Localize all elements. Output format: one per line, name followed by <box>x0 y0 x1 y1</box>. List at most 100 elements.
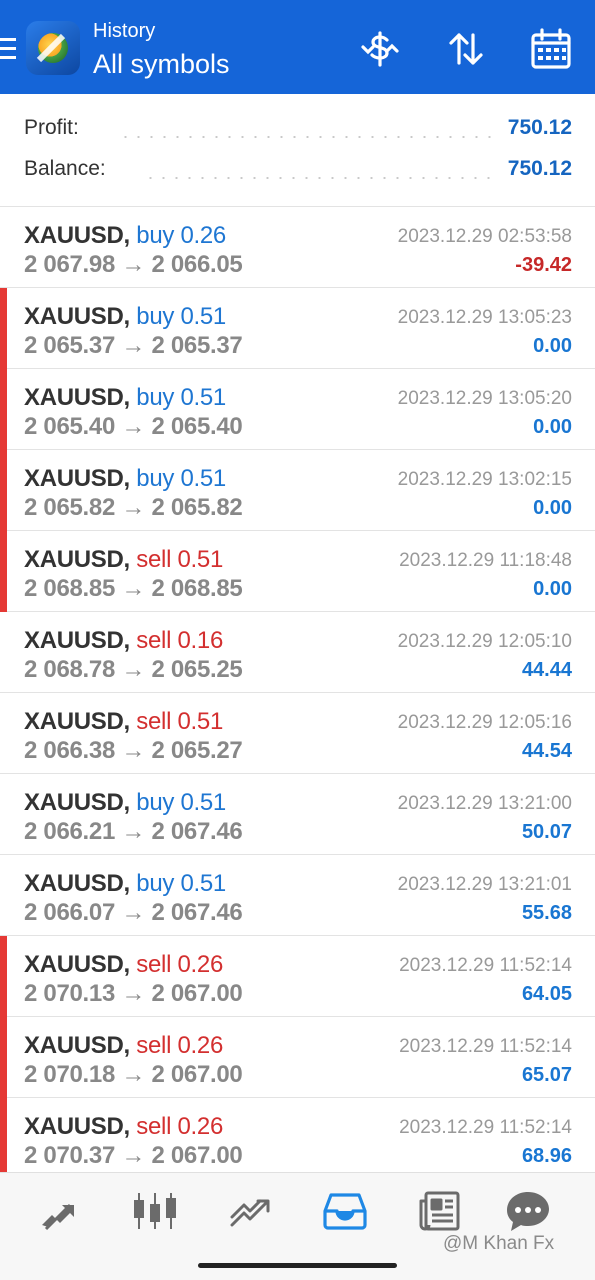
deal-prices: 2 070.18 → 2 067.00 <box>24 1061 243 1088</box>
position-marker <box>0 1017 7 1098</box>
position-marker <box>0 936 7 1017</box>
deal-symbol-line: XAUUSD, sell 0.26 <box>24 1032 223 1060</box>
header-title[interactable]: All symbols <box>93 49 230 80</box>
deal-row[interactable]: XAUUSD, sell 0.26 2 070.18 → 2 067.00 2023… <box>0 1017 595 1098</box>
deal-side-volume: sell 0.26 <box>136 1113 223 1140</box>
position-marker <box>0 288 7 369</box>
deposit-dollar-icon[interactable] <box>358 27 402 71</box>
deal-profit: 44.44 <box>521 659 572 681</box>
trade-icon[interactable] <box>226 1189 274 1233</box>
deal-symbol-line: XAUUSD, buy 0.51 <box>24 870 226 898</box>
bottom-navigation: @M Khan Fx <box>0 1172 595 1280</box>
profit-row: Profit: 750.12 <box>24 116 572 146</box>
deal-prices: 2 065.40 → 2 065.40 <box>24 413 243 440</box>
deal-time: 2023.12.29 11:52:14 <box>399 955 572 976</box>
deal-symbol-line: XAUUSD, buy 0.51 <box>24 789 226 817</box>
deal-symbol-line: XAUUSD, sell 0.26 <box>24 951 223 979</box>
balance-label: Balance: <box>24 157 106 180</box>
deal-symbol: XAUUSD, <box>24 222 130 249</box>
quotes-icon[interactable] <box>36 1189 84 1233</box>
deal-row[interactable]: XAUUSD, sell 0.26 2 070.13 → 2 067.00 2023… <box>0 936 595 1017</box>
menu-icon[interactable] <box>0 38 16 60</box>
deal-prices: 2 067.98 → 2 066.05 <box>24 251 243 278</box>
deal-symbol-line: XAUUSD, sell 0.51 <box>24 546 223 574</box>
news-icon[interactable] <box>416 1189 464 1233</box>
deal-profit: -39.42 <box>515 254 572 276</box>
deal-symbol-line: XAUUSD, buy 0.51 <box>24 465 226 493</box>
deal-row[interactable]: XAUUSD, sell 0.51 2 066.38 → 2 065.27 2023… <box>0 693 595 774</box>
balance-value: 750.12 <box>507 157 572 180</box>
deal-side-volume: sell 0.26 <box>136 1032 223 1059</box>
deal-side-volume: buy 0.26 <box>136 222 226 249</box>
deal-symbol: XAUUSD, <box>24 870 130 897</box>
deal-time: 2023.12.29 13:02:15 <box>397 469 572 490</box>
deal-prices: 2 065.37 → 2 065.37 <box>24 332 243 359</box>
deal-time: 2023.12.29 13:05:23 <box>397 307 572 328</box>
deal-time: 2023.12.29 11:52:14 <box>399 1036 572 1057</box>
deal-prices: 2 066.21 → 2 067.46 <box>24 818 243 845</box>
watermark: @M Khan Fx <box>443 1233 555 1254</box>
deal-symbol: XAUUSD, <box>24 303 130 330</box>
deal-symbol: XAUUSD, <box>24 384 130 411</box>
deal-profit: 55.68 <box>521 902 572 924</box>
deal-side-volume: buy 0.51 <box>136 384 226 411</box>
deal-symbol-line: XAUUSD, sell 0.51 <box>24 708 223 736</box>
deal-row[interactable]: XAUUSD, sell 0.51 2 068.85 → 2 068.85 2023… <box>0 531 595 612</box>
deal-profit: 65.07 <box>521 1064 572 1086</box>
position-marker <box>0 369 7 450</box>
deal-profit: 0.00 <box>533 335 572 357</box>
deal-time: 2023.12.29 12:05:10 <box>397 631 572 652</box>
history-icon[interactable] <box>321 1189 369 1233</box>
deal-row[interactable]: XAUUSD, buy 0.51 2 065.40 → 2 065.40 2023.… <box>0 369 595 450</box>
account-summary: Profit: 750.12 Balance: 750.12 <box>0 94 595 207</box>
deal-symbol-line: XAUUSD, sell 0.16 <box>24 627 223 655</box>
deal-prices: 2 066.07 → 2 067.46 <box>24 899 243 926</box>
app-logo <box>26 21 80 75</box>
deal-row[interactable]: XAUUSD, sell 0.16 2 068.78 → 2 065.25 2023… <box>0 612 595 693</box>
sort-icon[interactable] <box>444 27 488 71</box>
deal-row[interactable]: XAUUSD, buy 0.51 2 066.07 → 2 067.46 2023.… <box>0 855 595 936</box>
deal-symbol-line: XAUUSD, buy 0.51 <box>24 384 226 412</box>
deal-time: 2023.12.29 11:18:48 <box>399 550 572 571</box>
deal-side-volume: buy 0.51 <box>136 789 226 816</box>
deals-list: XAUUSD, buy 0.26 2 067.98 → 2 066.05 2023.… <box>0 207 595 1179</box>
deal-profit: 64.05 <box>521 983 572 1005</box>
deal-symbol-line: XAUUSD, sell 0.26 <box>24 1113 223 1141</box>
deal-prices: 2 068.78 → 2 065.25 <box>24 656 243 683</box>
deal-time: 2023.12.29 11:52:14 <box>399 1117 572 1138</box>
deal-time: 2023.12.29 13:21:00 <box>397 793 572 814</box>
deal-profit: 44.54 <box>521 740 572 762</box>
chat-icon[interactable] <box>504 1189 552 1233</box>
deal-symbol: XAUUSD, <box>24 1032 130 1059</box>
deal-row[interactable]: XAUUSD, buy 0.51 2 066.21 → 2 067.46 2023.… <box>0 774 595 855</box>
profit-value: 750.12 <box>507 116 572 139</box>
deal-prices: 2 070.13 → 2 067.00 <box>24 980 243 1007</box>
deal-symbol-line: XAUUSD, buy 0.26 <box>24 222 226 250</box>
deal-row[interactable]: XAUUSD, buy 0.51 2 065.82 → 2 065.82 2023.… <box>0 450 595 531</box>
deal-prices: 2 065.82 → 2 065.82 <box>24 494 243 521</box>
position-marker <box>0 450 7 531</box>
deal-prices: 2 070.37 → 2 067.00 <box>24 1142 243 1169</box>
deal-symbol: XAUUSD, <box>24 1113 130 1140</box>
deal-profit: 68.96 <box>521 1145 572 1167</box>
deal-symbol: XAUUSD, <box>24 951 130 978</box>
deal-side-volume: sell 0.51 <box>136 708 223 735</box>
profit-label: Profit: <box>24 116 79 139</box>
deal-row[interactable]: XAUUSD, buy 0.51 2 065.37 → 2 065.37 2023.… <box>0 288 595 369</box>
gesture-home-bar[interactable] <box>198 1263 397 1268</box>
deal-side-volume: buy 0.51 <box>136 870 226 897</box>
calendar-icon[interactable] <box>529 27 573 71</box>
deal-row[interactable]: XAUUSD, sell 0.26 2 070.37 → 2 067.00 2023… <box>0 1098 595 1179</box>
chart-icon[interactable] <box>131 1189 179 1233</box>
deal-prices: 2 066.38 → 2 065.27 <box>24 737 243 764</box>
deal-symbol: XAUUSD, <box>24 465 130 492</box>
deal-profit: 50.07 <box>521 821 572 843</box>
leader-dots <box>119 136 499 138</box>
deal-side-volume: buy 0.51 <box>136 303 226 330</box>
deal-row[interactable]: XAUUSD, buy 0.26 2 067.98 → 2 066.05 2023.… <box>0 207 595 288</box>
deal-profit: 0.00 <box>533 416 572 438</box>
position-marker <box>0 531 7 612</box>
deal-symbol: XAUUSD, <box>24 789 130 816</box>
deal-profit: 0.00 <box>533 497 572 519</box>
top-app-bar: History All symbols <box>0 0 595 94</box>
